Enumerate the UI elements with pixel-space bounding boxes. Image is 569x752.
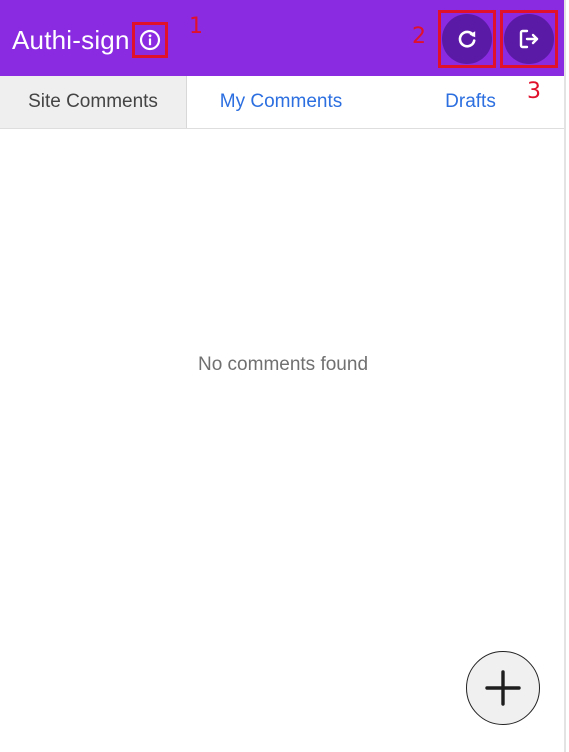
app-title: Authi-sign (12, 25, 130, 55)
tab-my-comments[interactable]: My Comments (187, 76, 375, 128)
annotation-label-2: 2 (412, 24, 426, 49)
tab-site-comments[interactable]: Site Comments (0, 76, 187, 128)
logout-icon (519, 29, 539, 49)
tab-drafts[interactable]: Drafts (375, 76, 564, 128)
refresh-icon (458, 30, 476, 48)
extension-panel: Authi-sign 1 2 3 Site Comments My Commen… (0, 0, 566, 752)
tab-bar: Site Comments My Comments Drafts (0, 76, 564, 129)
refresh-button[interactable] (442, 14, 492, 64)
plus-icon (485, 670, 521, 706)
add-comment-button[interactable] (466, 651, 540, 725)
logout-button[interactable] (504, 14, 554, 64)
info-button[interactable] (132, 22, 168, 58)
annotation-label-1: 1 (189, 14, 203, 39)
empty-state-message: No comments found (197, 354, 369, 375)
info-circle-icon (139, 29, 161, 51)
app-header: Authi-sign (0, 0, 564, 76)
